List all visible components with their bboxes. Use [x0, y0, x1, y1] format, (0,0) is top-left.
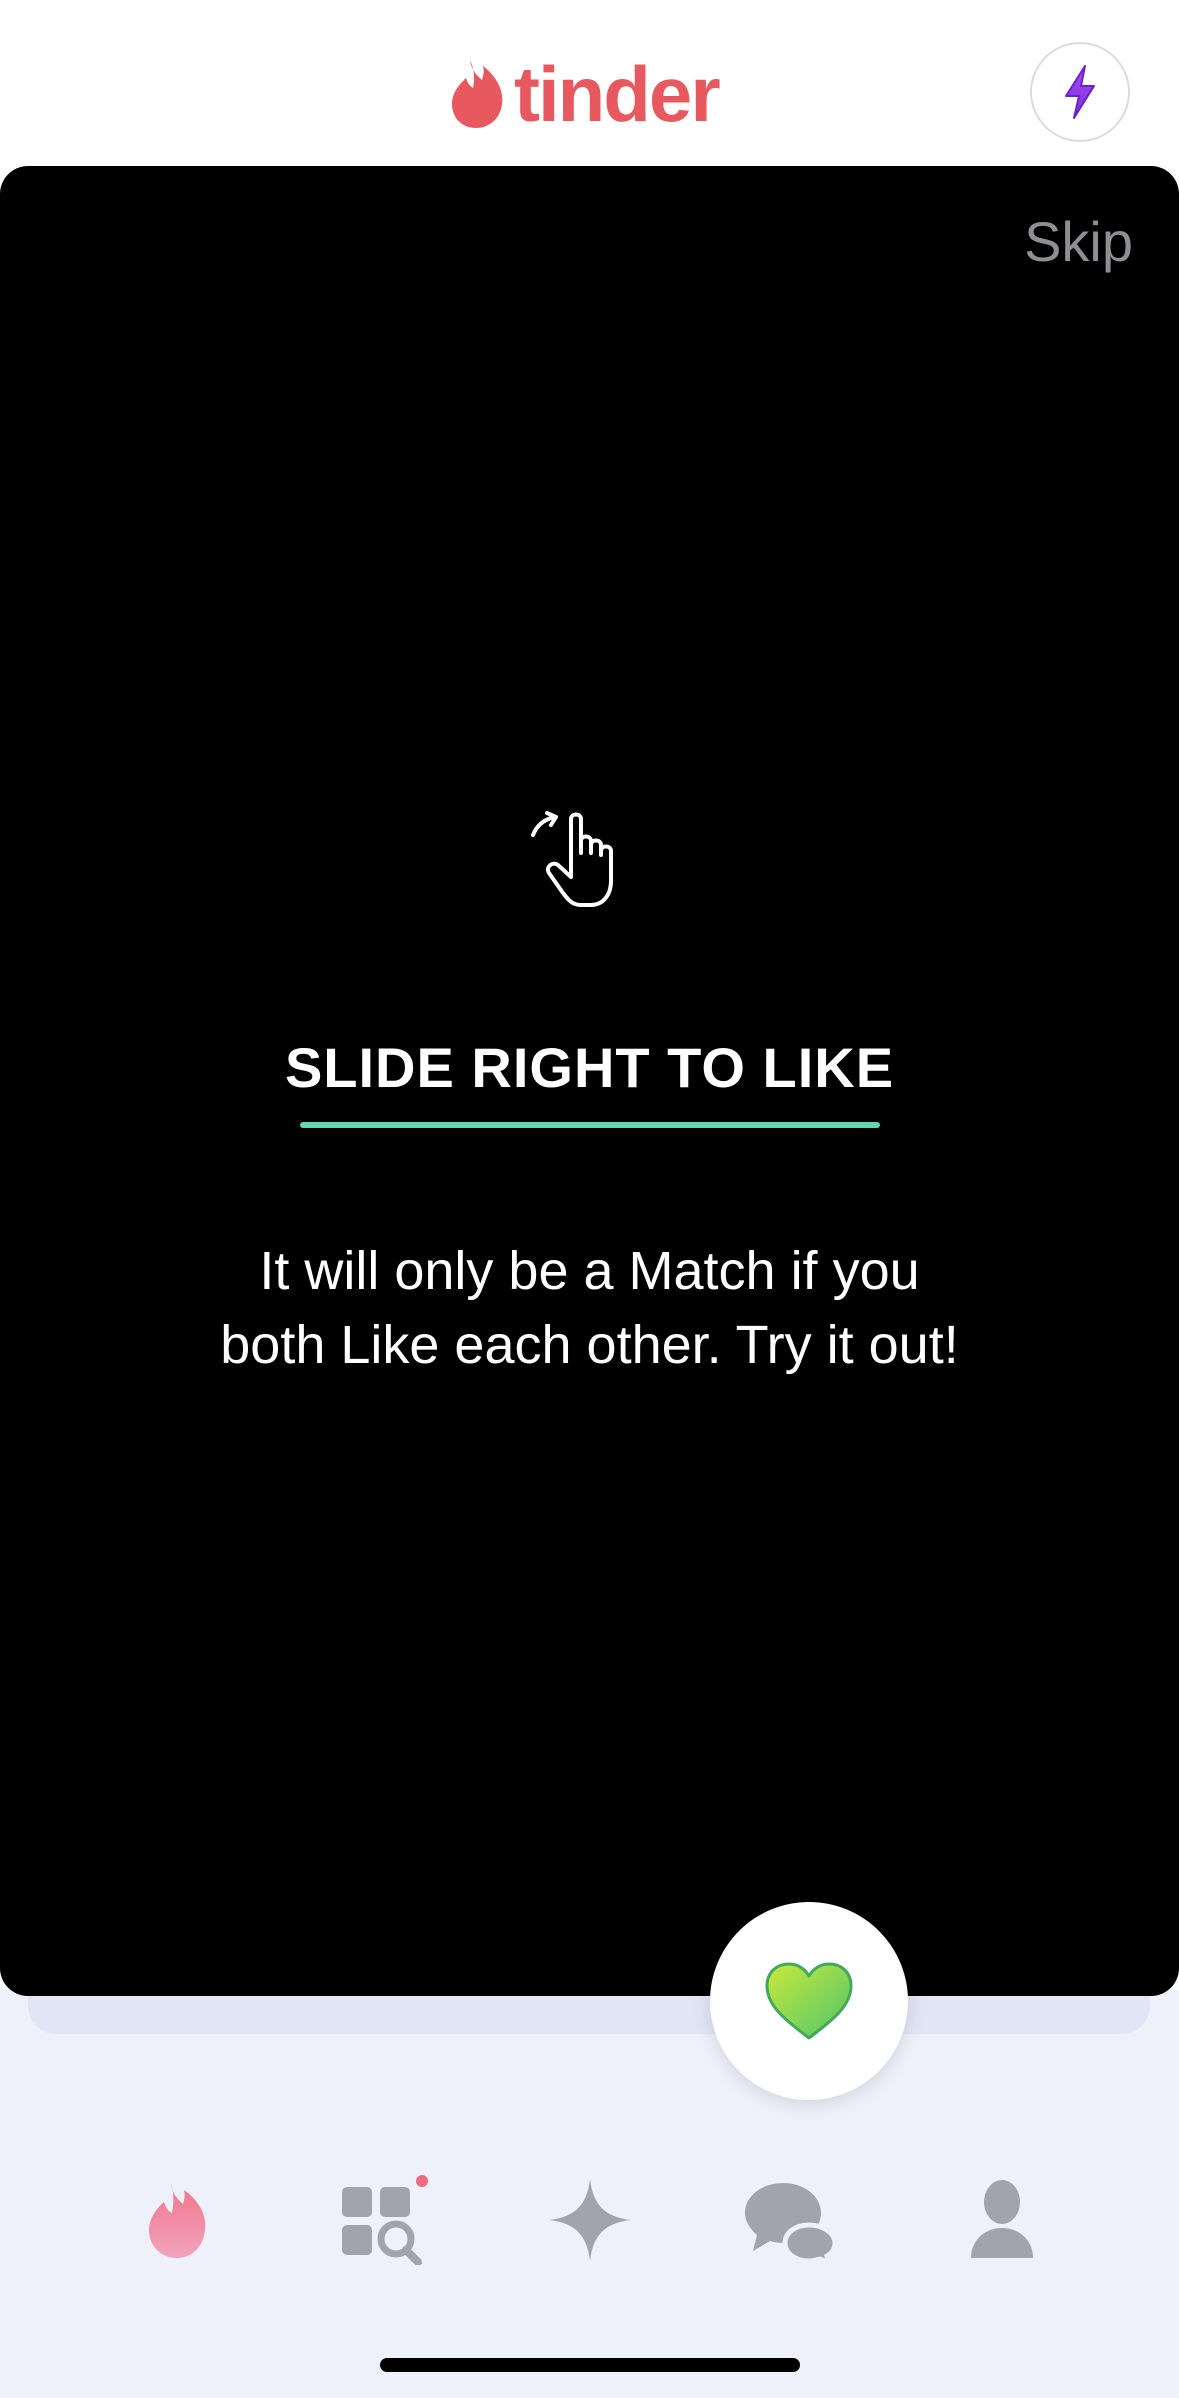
nav-home-tab[interactable] [128, 2170, 228, 2270]
top-bar: tinder [0, 0, 1179, 166]
profile-icon [971, 2180, 1033, 2258]
home-indicator [380, 2358, 800, 2372]
message-line-2: both Like each other. Try it out! [220, 1315, 959, 1375]
message-line-1: It will only be a Match if you [259, 1241, 920, 1301]
like-button[interactable] [710, 1902, 908, 2100]
tinder-logo: tinder [448, 50, 721, 138]
nav-profile-tab[interactable] [952, 2170, 1052, 2270]
nav-explore-tab[interactable] [332, 2170, 432, 2270]
app-root: tinder Skip SLIDE RIGHT TO LIKE It will … [0, 0, 1179, 2398]
notification-dot [416, 2175, 428, 2187]
chat-bubbles-icon [745, 2183, 838, 2263]
lightning-bolt-icon [1065, 65, 1095, 119]
title-underline [300, 1122, 880, 1128]
skip-button[interactable]: Skip [1024, 214, 1133, 270]
flame-logo-icon [452, 60, 503, 128]
nav-chat-tab[interactable] [742, 2170, 842, 2270]
heart-icon [765, 1962, 853, 2040]
tutorial-title: SLIDE RIGHT TO LIKE [284, 1036, 895, 1099]
swipe-hand-icon [531, 811, 613, 907]
boost-button[interactable] [1030, 42, 1130, 142]
flame-icon [149, 2184, 206, 2258]
tutorial-message: It will only be a Match if you both Like… [0, 1234, 1179, 1382]
nav-gold-tab[interactable] [540, 2170, 640, 2270]
sparkle-icon [549, 2179, 631, 2261]
explore-grid-icon [342, 2175, 428, 2265]
tutorial-card[interactable]: Skip SLIDE RIGHT TO LIKE It will only be… [0, 166, 1179, 1996]
logo-text: tinder [514, 50, 721, 138]
